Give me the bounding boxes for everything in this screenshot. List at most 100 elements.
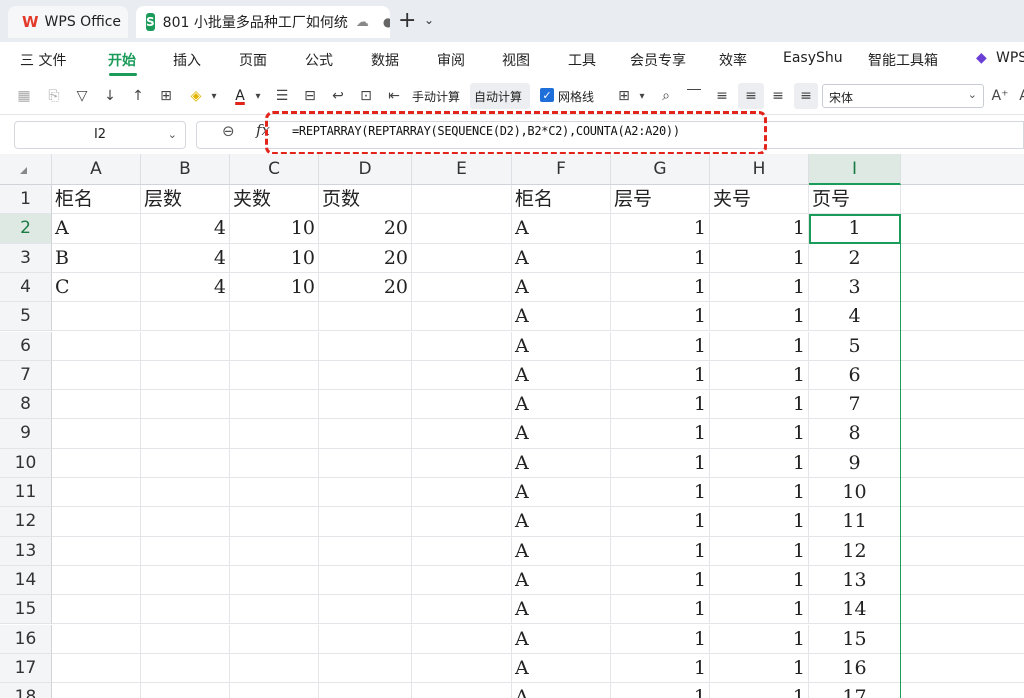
cell-f7[interactable]: A [512, 360, 611, 391]
cell-d3[interactable]: 20 [319, 243, 412, 273]
column-header-g[interactable]: G [611, 154, 710, 185]
cell-a4[interactable]: C [52, 272, 141, 303]
row-header-2[interactable]: 2 [0, 214, 52, 244]
cell-e14[interactable] [412, 565, 512, 596]
column-header-d[interactable]: D [319, 154, 412, 185]
cell-g7[interactable]: 1 [611, 360, 710, 391]
cell-filler[interactable] [901, 683, 1024, 698]
cell-e12[interactable] [412, 507, 512, 537]
cell-h3[interactable]: 1 [710, 243, 809, 273]
cell-c9[interactable] [230, 419, 319, 449]
cell-filler[interactable] [901, 625, 1024, 654]
fill-color-chevron-icon[interactable]: ▾ [204, 86, 224, 106]
auto-calc-button[interactable]: 自动计算 [474, 88, 522, 105]
column-header-h[interactable]: H [710, 154, 809, 185]
cell-filler[interactable] [901, 478, 1024, 508]
cell-filler[interactable] [901, 361, 1024, 391]
cell-d11[interactable] [319, 478, 412, 508]
cell-f14[interactable]: A [512, 565, 611, 596]
cell-h6[interactable]: 1 [710, 331, 809, 361]
cell-h1[interactable]: 夹号 [710, 185, 809, 215]
row-header-18[interactable]: 18 [0, 683, 52, 698]
cell-h10[interactable]: 1 [710, 448, 809, 478]
cell-i14[interactable]: 13 [809, 565, 901, 596]
cell-h17[interactable]: 1 [710, 653, 809, 684]
column-header-b[interactable]: B [141, 154, 230, 185]
cell-b6[interactable] [141, 331, 230, 361]
cell-h14[interactable]: 1 [710, 565, 809, 596]
freeze-icon[interactable]: ⇤ [384, 86, 404, 106]
row-header-5[interactable]: 5 [0, 302, 52, 332]
cell-g5[interactable]: 1 [611, 302, 710, 332]
wrap-text-icon[interactable]: ↩ [328, 86, 348, 106]
cell-g8[interactable]: 1 [611, 390, 710, 420]
cell-h4[interactable]: 1 [710, 272, 809, 303]
cell-a17[interactable] [52, 653, 141, 684]
cell-e11[interactable] [412, 478, 512, 508]
cell-h7[interactable]: 1 [710, 360, 809, 391]
cell-b1[interactable]: 层数 [141, 185, 230, 215]
cell-h13[interactable]: 1 [710, 536, 809, 566]
cell-a2[interactable]: A [52, 214, 141, 244]
cell-d17[interactable] [319, 653, 412, 684]
row-header-16[interactable]: 16 [0, 624, 52, 654]
row-header-15[interactable]: 15 [0, 595, 52, 625]
align-right-icon[interactable]: ≡ [768, 86, 788, 106]
cell-e17[interactable] [412, 653, 512, 684]
cell-e7[interactable] [412, 360, 512, 391]
menu-insert[interactable]: 插入 [173, 50, 201, 70]
cell-c13[interactable] [230, 536, 319, 566]
manual-calc-button[interactable]: 手动计算 [412, 88, 460, 105]
tab-list-chevron-icon[interactable]: ⌄ [424, 13, 434, 27]
cell-d5[interactable] [319, 302, 412, 332]
cell-d4[interactable]: 20 [319, 272, 412, 303]
cell-c17[interactable] [230, 653, 319, 684]
cell-g13[interactable]: 1 [611, 536, 710, 566]
cell-d6[interactable] [319, 331, 412, 361]
tab-wps-home[interactable]: W WPS Office [8, 6, 128, 38]
cell-c15[interactable] [230, 595, 319, 625]
cell-c11[interactable] [230, 478, 319, 508]
row-col-icon[interactable]: ☰ [272, 86, 292, 106]
cell-f1[interactable]: 柜名 [512, 185, 611, 215]
cell-i3[interactable]: 2 [809, 243, 901, 273]
font-family-select[interactable]: 宋体 ⌄ [822, 84, 984, 108]
cell-e4[interactable] [412, 272, 512, 303]
cell-e6[interactable] [412, 331, 512, 361]
unsaved-dot-icon[interactable]: ● [383, 15, 390, 29]
row-header-17[interactable]: 17 [0, 653, 52, 684]
row-header-3[interactable]: 3 [0, 243, 52, 273]
cell-g6[interactable]: 1 [611, 331, 710, 361]
cell-c7[interactable] [230, 360, 319, 391]
cell-i17[interactable]: 16 [809, 653, 901, 684]
cell-h5[interactable]: 1 [710, 302, 809, 332]
cell-e13[interactable] [412, 536, 512, 566]
paste-special-icon[interactable]: ⎘ [44, 86, 64, 106]
cell-e9[interactable] [412, 419, 512, 449]
cell-a5[interactable] [52, 302, 141, 332]
cell-i9[interactable]: 8 [809, 419, 901, 449]
cell-g18[interactable]: 1 [611, 683, 710, 698]
cell-c14[interactable] [230, 565, 319, 596]
cell-b17[interactable] [141, 653, 230, 684]
cell-d2[interactable]: 20 [319, 214, 412, 244]
cell-b8[interactable] [141, 390, 230, 420]
cell-c18[interactable] [230, 683, 319, 698]
cell-b15[interactable] [141, 595, 230, 625]
cell-e1[interactable] [412, 185, 512, 215]
cell-b3[interactable]: 4 [141, 243, 230, 273]
menu-formula[interactable]: 公式 [305, 50, 333, 70]
cell-d9[interactable] [319, 419, 412, 449]
row-header-9[interactable]: 9 [0, 419, 52, 449]
cell-h11[interactable]: 1 [710, 478, 809, 508]
column-header-f[interactable]: F [512, 154, 611, 185]
align-middle-icon[interactable]: ≡ [796, 86, 816, 106]
cell-style-chevron-icon[interactable]: ▾ [632, 86, 652, 106]
cell-i4[interactable]: 3 [809, 272, 901, 303]
cell-filler[interactable] [901, 654, 1024, 684]
row-header-6[interactable]: 6 [0, 331, 52, 361]
cell-a6[interactable] [52, 331, 141, 361]
cell-a3[interactable]: B [52, 243, 141, 273]
align-center-icon[interactable]: ≡ [741, 86, 761, 106]
row-header-1[interactable]: 1 [0, 185, 52, 215]
